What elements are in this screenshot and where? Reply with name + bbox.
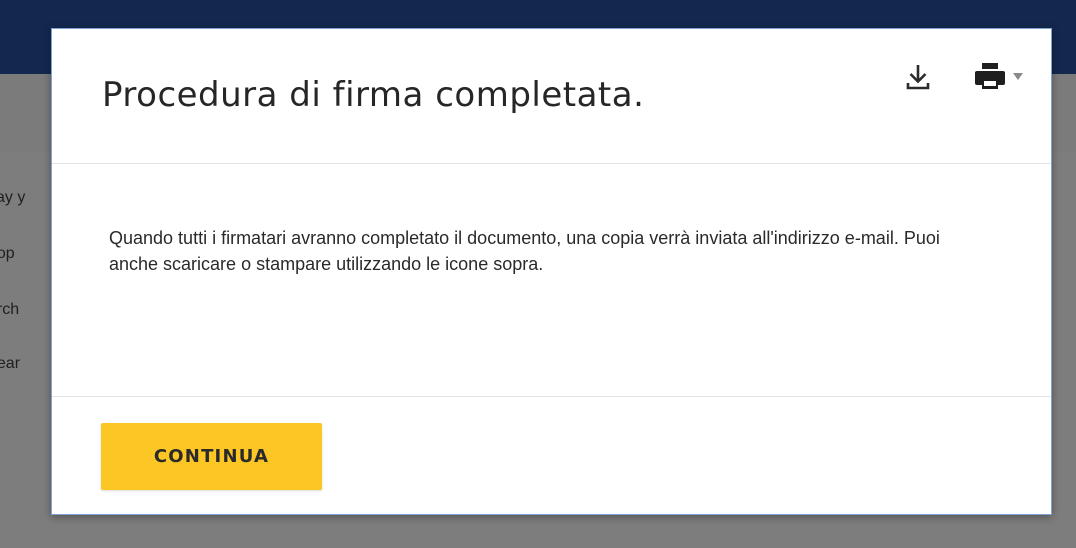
dialog-footer: CONTINUA [52,397,1051,514]
dialog-header: Procedura di firma completata. [52,29,1051,164]
print-menu-button[interactable] [973,61,1023,93]
download-button[interactable] [905,62,931,92]
continue-button[interactable]: CONTINUA [101,423,322,490]
dialog-body: Quando tutti i firmatari avranno complet… [52,164,1051,397]
dialog-toolbar [905,59,1023,95]
signing-complete-dialog: Procedura di firma completata. Quando tu… [51,28,1052,515]
dialog-title: Procedura di firma completata. [102,75,645,115]
dialog-message: Quando tutti i firmatari avranno complet… [109,228,940,274]
caret-down-icon [1013,73,1023,80]
print-icon [975,63,1005,89]
download-icon [906,65,930,90]
